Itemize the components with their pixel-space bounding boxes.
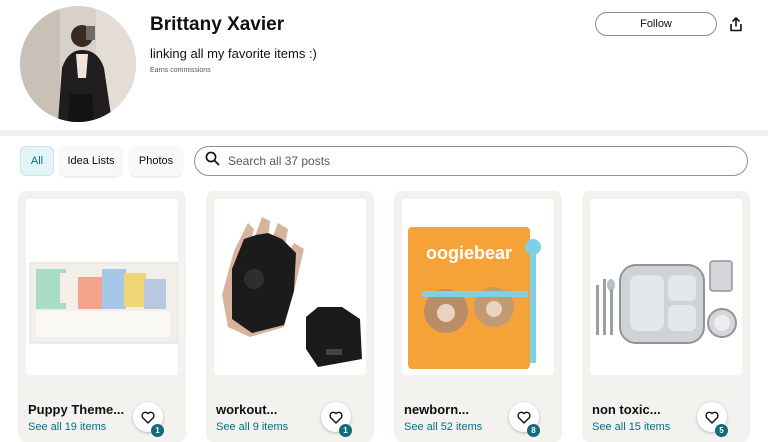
stainless-plates-image[interactable] — [590, 199, 742, 375]
card-title[interactable]: newborn... — [404, 402, 469, 417]
post-card[interactable]: Puppy Theme... See all 19 items 1 — [18, 191, 186, 442]
tab-all[interactable]: All — [20, 146, 54, 176]
count-badge: 8 — [527, 424, 540, 437]
count-badge: 5 — [715, 424, 728, 437]
follow-button[interactable]: Follow — [595, 12, 717, 36]
card-title[interactable]: Puppy Theme... — [28, 402, 124, 417]
card-title[interactable]: non toxic... — [592, 402, 661, 417]
profile-name: Brittany Xavier — [150, 14, 285, 35]
count-badge: 1 — [339, 424, 352, 437]
post-card[interactable]: workout... See all 9 items 1 — [206, 191, 374, 442]
post-card[interactable]: non toxic... See all 15 items 5 — [582, 191, 750, 442]
profile-bio: linking all my favorite items :) — [150, 46, 317, 61]
avatar[interactable] — [20, 6, 136, 122]
share-icon[interactable] — [727, 15, 745, 33]
commission-note: Earns commissions — [150, 67, 211, 74]
see-all-link[interactable]: See all 52 items — [404, 421, 482, 433]
see-all-link[interactable]: See all 15 items — [592, 421, 670, 433]
search-bar[interactable] — [194, 146, 748, 176]
oogiebear-logo-text: oogiebear — [426, 243, 512, 263]
workout-gloves-image[interactable] — [214, 199, 366, 375]
see-all-link[interactable]: See all 19 items — [28, 421, 106, 433]
tab-photos[interactable]: Photos — [130, 146, 182, 176]
post-card[interactable]: oogiebear newborn... See all 52 items 8 — [394, 191, 562, 442]
oogiebear-package-image[interactable]: oogiebear — [402, 199, 554, 375]
see-all-link[interactable]: See all 9 items — [216, 421, 288, 433]
count-badge: 1 — [151, 424, 164, 437]
tab-idea-lists[interactable]: Idea Lists — [60, 146, 122, 176]
search-icon — [205, 151, 220, 171]
card-title[interactable]: workout... — [216, 402, 277, 417]
profile-header: Brittany Xavier linking all my favorite … — [0, 0, 768, 130]
search-input[interactable] — [228, 154, 708, 168]
puppy-party-kit-image[interactable] — [26, 199, 178, 375]
